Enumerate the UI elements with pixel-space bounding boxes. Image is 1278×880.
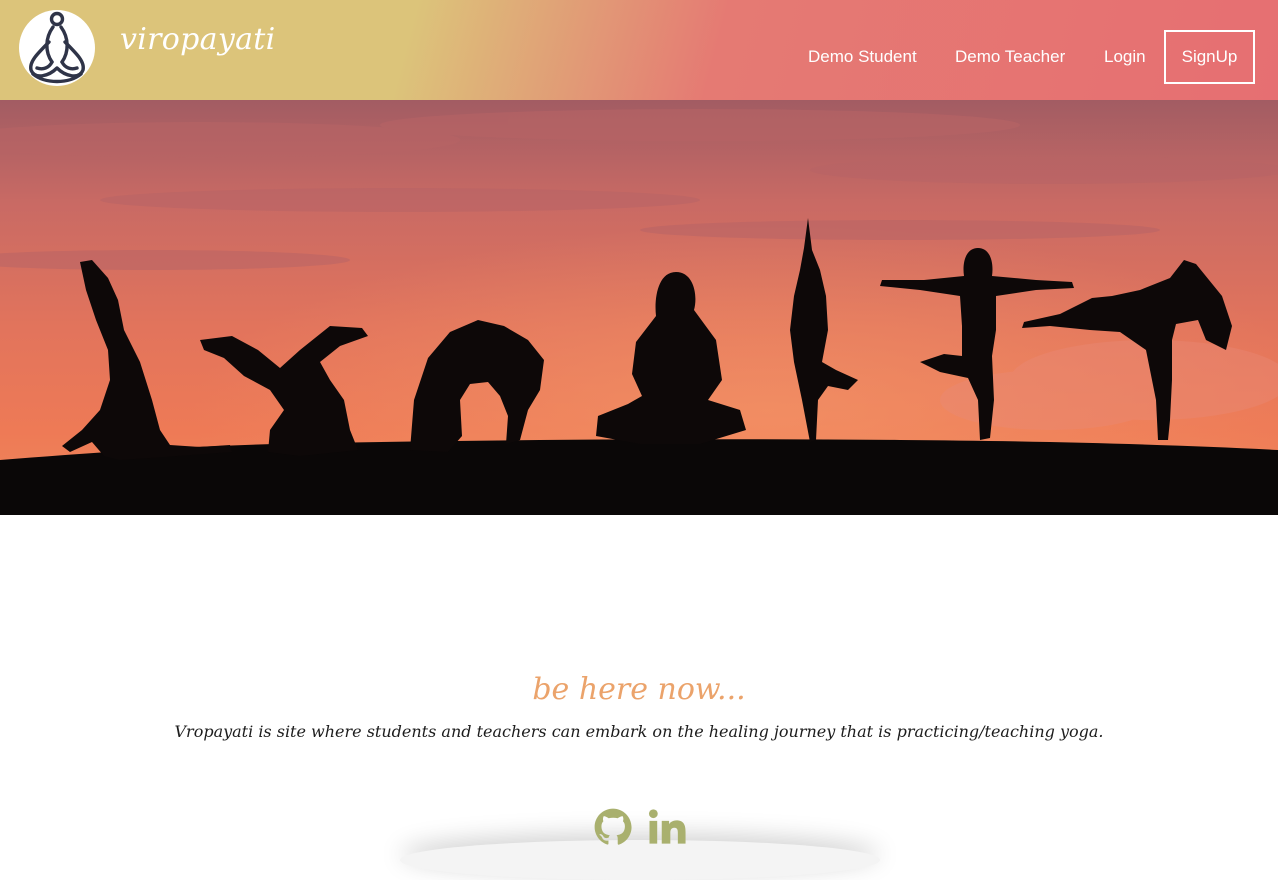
github-icon[interactable] — [592, 806, 634, 848]
logo[interactable] — [19, 10, 95, 86]
hero-image — [0, 100, 1278, 515]
nav-demo-student[interactable]: Demo Student — [808, 47, 917, 67]
brand-name[interactable]: viropayati — [120, 22, 276, 57]
nav-login[interactable]: Login — [1104, 47, 1146, 67]
navbar: viropayati Demo Student Demo Teacher Log… — [0, 0, 1278, 100]
meditation-figure-icon — [29, 11, 85, 84]
signup-button[interactable]: SignUp — [1164, 30, 1255, 84]
footer-bar — [400, 840, 880, 880]
site-description: Vropayati is site where students and tea… — [174, 722, 1104, 741]
tagline: be here now... — [532, 672, 746, 707]
nav-demo-teacher[interactable]: Demo Teacher — [955, 47, 1065, 67]
linkedin-icon[interactable] — [646, 806, 688, 848]
